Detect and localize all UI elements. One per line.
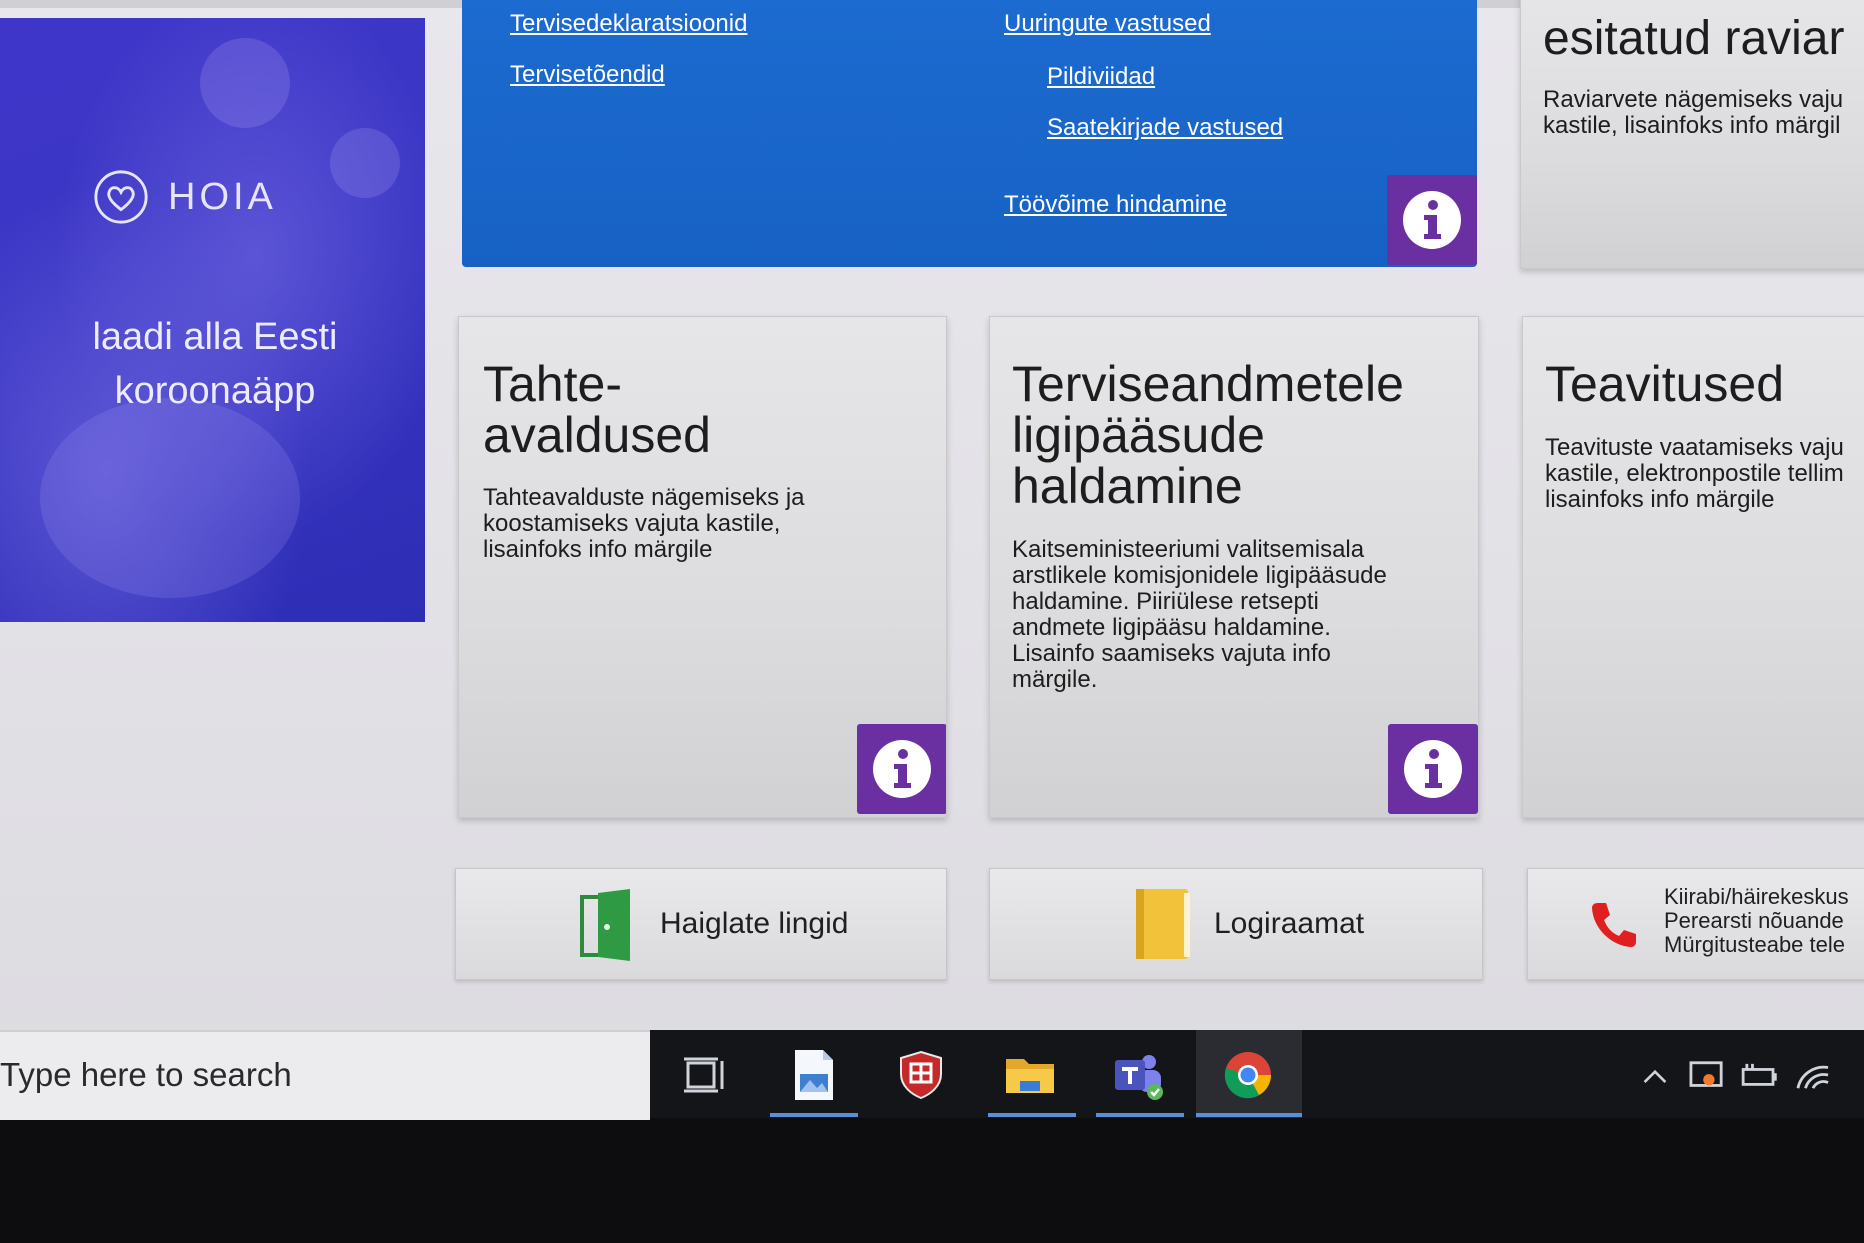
card-description-line: haldamine. Piiriülese retsepti xyxy=(1012,588,1319,615)
hoia-logo: HOIA xyxy=(92,168,277,226)
hoia-banner[interactable]: HOIA laadi alla Eesti koroonaäpp xyxy=(0,18,425,622)
battery-icon[interactable] xyxy=(1738,1055,1780,1097)
info-button[interactable] xyxy=(1387,175,1477,265)
card-description-line: koostamiseks vajuta kastile, xyxy=(483,510,781,537)
remote-desktop-tray-icon[interactable] xyxy=(1686,1055,1728,1097)
hoia-tagline: laadi alla Eesti koroonaäpp xyxy=(30,310,400,418)
card-title: Tahte- avaldused xyxy=(483,359,711,461)
logiraamat-button[interactable]: Logiraamat xyxy=(989,868,1483,980)
info-icon xyxy=(1404,740,1462,798)
card-title-line: Tahte- xyxy=(483,356,622,412)
card-title: esitatud raviar xyxy=(1543,12,1845,65)
decor-bokeh xyxy=(330,128,400,198)
card-title: Terviseandmetele ligipääsude haldamine xyxy=(1012,359,1404,512)
emergency-phones-button[interactable]: Kiirabi/häirekeskus Perearsti nõuande Mü… xyxy=(1527,868,1864,980)
card-description: Tahteavalduste nägemiseks ja koostamisek… xyxy=(483,485,805,563)
phone-line: Perearsti nõuande xyxy=(1664,908,1844,933)
card-description-line: kastile, elektronpostile tellim xyxy=(1545,460,1844,487)
phone-line: Mürgitusteabe tele xyxy=(1664,932,1845,957)
search-placeholder: Type here to search xyxy=(0,1056,292,1093)
info-icon xyxy=(1403,191,1461,249)
card-description-line: arstlikele komisjonidele ligipääsude xyxy=(1012,562,1387,589)
security-shield-app-icon[interactable] xyxy=(891,1045,951,1105)
hoia-tagline-line: koroonaäpp xyxy=(114,370,316,412)
blue-services-card[interactable]: Tervisedeklaratsioonid Tervisetõendid Uu… xyxy=(462,0,1477,267)
decor-bokeh xyxy=(200,38,290,128)
running-indicator xyxy=(770,1113,858,1117)
hoia-tagline-line: laadi alla Eesti xyxy=(92,316,338,358)
file-explorer-app-icon[interactable] xyxy=(1000,1045,1060,1105)
card-description-line: Tahteavalduste nägemiseks ja xyxy=(483,484,805,511)
link-pildiviidad[interactable]: Pildiviidad xyxy=(1047,63,1155,91)
phone-line: Kiirabi/häirekeskus xyxy=(1664,884,1849,909)
phone-icon xyxy=(1592,903,1636,947)
card-description-line: Teavituste vaatamiseks vaju xyxy=(1545,434,1844,461)
book-icon xyxy=(1136,889,1190,959)
running-indicator xyxy=(1096,1113,1184,1117)
heart-icon xyxy=(94,170,148,224)
card-description: Teavituste vaatamiseks vaju kastile, ele… xyxy=(1545,435,1844,513)
running-indicator xyxy=(988,1113,1076,1117)
teams-app-icon[interactable] xyxy=(1108,1045,1168,1105)
info-button[interactable] xyxy=(1388,724,1478,814)
hoia-logo-text: HOIA xyxy=(168,175,277,218)
card-title-line: ligipääsude xyxy=(1012,407,1265,463)
task-view-icon[interactable] xyxy=(674,1045,734,1105)
card-title-line: haldamine xyxy=(1012,458,1243,514)
card-description: Kaitseministeeriumi valitsemisala arstli… xyxy=(1012,537,1387,693)
card-description-line: lisainfoks info märgile xyxy=(483,536,713,563)
card-description-line: kastile, lisainfoks info märgil xyxy=(1543,112,1841,139)
chevron-up-icon[interactable] xyxy=(1634,1055,1676,1097)
link-toovoime-hindamine[interactable]: Töövõime hindamine xyxy=(1004,191,1227,219)
haiglate-lingid-button[interactable]: Haiglate lingid xyxy=(455,868,947,980)
running-indicator xyxy=(1196,1113,1302,1117)
door-exit-icon xyxy=(580,889,630,961)
info-button[interactable] xyxy=(857,724,946,814)
phone-lines: Kiirabi/häirekeskus Perearsti nõuande Mü… xyxy=(1664,885,1849,957)
card-description-line: Lisainfo saamiseks vajuta info xyxy=(1012,640,1331,667)
browser-viewport: HOIA laadi alla Eesti koroonaäpp Tervise… xyxy=(0,0,1864,1030)
raviarved-card[interactable]: esitatud raviar Raviarvete nägemiseks va… xyxy=(1520,0,1864,269)
card-title: Teavitused xyxy=(1545,356,1785,412)
button-label: Haiglate lingid xyxy=(660,907,849,940)
button-label: Logiraamat xyxy=(1214,907,1365,940)
taskbar-search-box[interactable]: Type here to search xyxy=(0,1030,650,1120)
teavitused-card[interactable]: Teavitused Teavituste vaatamiseks vaju k… xyxy=(1522,316,1864,818)
image-viewer-app-icon[interactable] xyxy=(784,1045,844,1105)
tahteavaldused-card[interactable]: Tahte- avaldused Tahteavalduste nägemise… xyxy=(458,316,947,818)
info-icon xyxy=(873,740,931,798)
link-saatekirjade-vastused[interactable]: Saatekirjade vastused xyxy=(1047,114,1283,142)
card-description-line: Raviarvete nägemiseks vaju xyxy=(1543,86,1844,113)
card-title-line: avaldused xyxy=(483,407,711,463)
chrome-app-icon[interactable] xyxy=(1218,1045,1278,1105)
terviseandmed-ligipaasud-card[interactable]: Terviseandmetele ligipääsude haldamine K… xyxy=(989,316,1479,818)
link-tervisetoendid[interactable]: Tervisetõendid xyxy=(510,61,665,89)
wifi-icon[interactable] xyxy=(1792,1055,1834,1097)
card-description: Raviarvete nägemiseks vaju kastile, lisa… xyxy=(1543,87,1843,139)
card-description-line: Kaitseministeeriumi valitsemisala xyxy=(1012,536,1365,563)
card-title-line: Terviseandmetele xyxy=(1012,356,1404,412)
decor-hand-shape xyxy=(40,398,300,598)
link-uuringute-vastused[interactable]: Uuringute vastused xyxy=(1004,10,1211,38)
card-description-line: lisainfoks info märgile xyxy=(1545,486,1775,513)
card-description-line: märgile. xyxy=(1012,666,1098,693)
card-description-line: andmete ligipääsu haldamine. xyxy=(1012,614,1331,641)
link-tervisedeklaratsioonid[interactable]: Tervisedeklaratsioonid xyxy=(510,10,747,38)
